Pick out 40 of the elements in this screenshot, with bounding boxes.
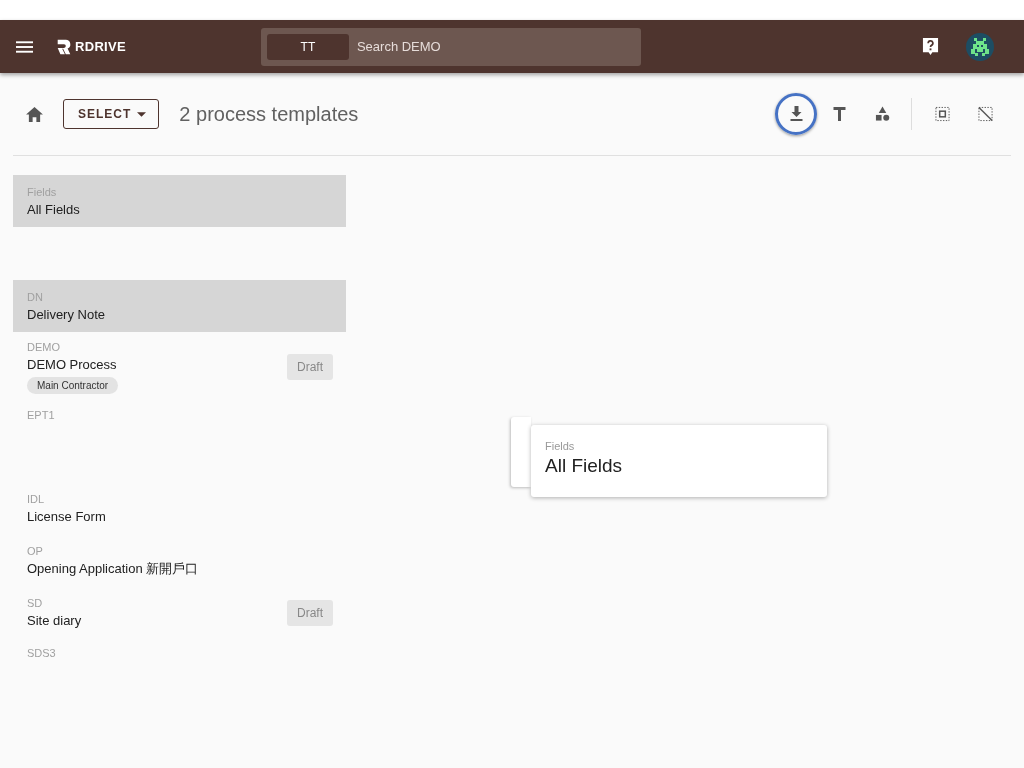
avatar-icon[interactable]: [966, 32, 994, 61]
template-code: OP: [27, 543, 43, 559]
brand-name: RDRIVE: [75, 39, 126, 54]
caret-icon: [137, 111, 147, 117]
template-item[interactable]: OP Opening Application 新開戶口: [13, 534, 346, 586]
template-name: Site diary: [27, 611, 82, 630]
template-name: License Form: [27, 507, 106, 526]
card-code: Fields: [545, 440, 576, 452]
help-icon[interactable]: [922, 37, 939, 56]
template-code: SD: [27, 595, 43, 611]
template-name: DEMO Process: [27, 356, 117, 374]
draft-badge: Draft: [287, 354, 333, 380]
template-name: Opening Application 新開戶口: [27, 559, 199, 578]
text-icon: [831, 106, 847, 122]
template-item[interactable]: SD Site diary Draft: [13, 586, 346, 638]
logo-icon: [55, 37, 73, 56]
shapes-icon: [874, 106, 890, 122]
stacked-card: [511, 417, 531, 487]
select-box-icon: [934, 106, 950, 122]
download-icon: [788, 106, 804, 122]
template-name: Delivery Note: [27, 305, 106, 324]
select-button[interactable]: SELECT: [63, 99, 160, 129]
template-code: IDL: [27, 491, 45, 507]
deselect-icon: [977, 106, 993, 122]
home-icon[interactable]: [26, 106, 43, 122]
draft-badge: Draft: [287, 600, 333, 626]
menu-icon[interactable]: [16, 40, 33, 53]
template-name: All Fields: [27, 200, 80, 219]
template-code: DEMO: [27, 340, 60, 355]
template-code: SDS3: [27, 646, 56, 661]
card-name: All Fields: [545, 455, 624, 477]
search-field[interactable]: TT Search DEMO: [260, 27, 641, 66]
role-tag: Main Contractor: [27, 377, 119, 394]
scope-chip[interactable]: TT: [266, 33, 349, 60]
template-item[interactable]: DEMO DEMO Process Main Contractor Draft: [13, 332, 346, 400]
download-tool[interactable]: [775, 93, 817, 135]
page-title: 2 process templates: [179, 102, 359, 126]
template-code: EPT1: [27, 408, 55, 423]
drag-card[interactable]: Fields All Fields: [531, 425, 827, 497]
template-item[interactable]: IDL License Form: [13, 482, 346, 534]
